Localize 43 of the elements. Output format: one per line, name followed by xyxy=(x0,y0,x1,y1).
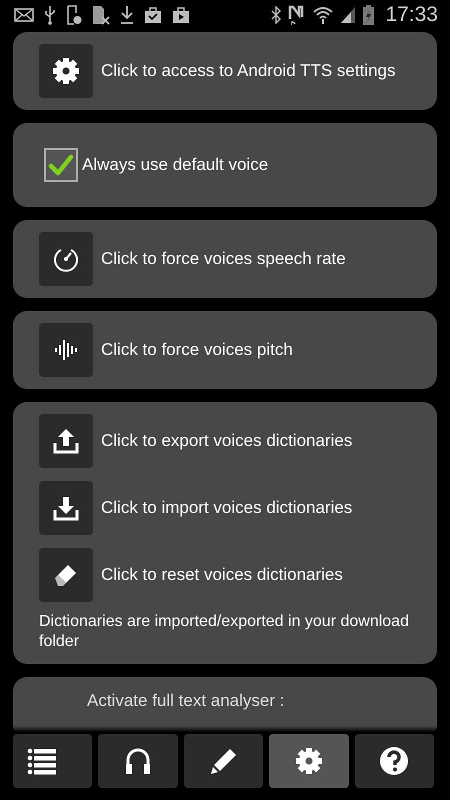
eraser-button[interactable] xyxy=(39,548,93,602)
wifi-icon xyxy=(313,6,334,24)
checkmark-icon xyxy=(48,154,74,176)
help-icon xyxy=(379,746,410,776)
gear-tab[interactable] xyxy=(269,734,349,788)
sim-card-icon xyxy=(92,5,110,25)
list-tab[interactable] xyxy=(13,734,92,788)
button-label: Click to force voices pitch xyxy=(101,340,293,360)
bluetooth-icon xyxy=(271,6,282,24)
checkbox[interactable] xyxy=(44,148,78,182)
help-tab[interactable] xyxy=(354,734,434,788)
signal-icon xyxy=(340,6,356,24)
pencil-icon xyxy=(210,747,238,775)
clock-time: 17:33 xyxy=(385,3,438,27)
upload-button[interactable] xyxy=(39,414,93,468)
pencil-tab[interactable] xyxy=(184,734,264,788)
phone-clock-icon xyxy=(66,5,82,25)
gauge-button[interactable] xyxy=(39,232,93,286)
gear-icon xyxy=(51,56,81,86)
note-text: Dictionaries are imported/exported in your download folder xyxy=(39,612,410,652)
download-icon xyxy=(120,5,134,25)
bag-check-icon xyxy=(144,6,162,24)
button-label: Click to access to Android TTS settings xyxy=(101,61,396,81)
download-icon xyxy=(52,494,80,522)
button-label: Click to force voices speech rate xyxy=(101,249,346,269)
button-label: Click to export voices dictionaries xyxy=(101,431,352,451)
headphones-tab[interactable] xyxy=(98,734,178,788)
waveform-icon xyxy=(53,337,79,363)
upload-icon xyxy=(52,427,80,455)
section-heading: Activate full text analyser : xyxy=(87,691,284,710)
mail-icon xyxy=(14,8,34,22)
list-icon xyxy=(26,746,57,776)
wave-button[interactable] xyxy=(39,323,93,377)
button-label: Click to reset voices dictionaries xyxy=(101,565,343,585)
usb-icon xyxy=(44,5,56,25)
nfc-icon xyxy=(288,5,306,25)
gear-button[interactable] xyxy=(39,44,93,98)
battery-icon xyxy=(363,5,374,25)
settings-icon xyxy=(294,746,324,776)
download-button[interactable] xyxy=(39,481,93,535)
checkbox-label: Always use default voice xyxy=(82,155,268,175)
button-label: Click to import voices dictionaries xyxy=(101,498,352,518)
bag-play-icon xyxy=(172,6,190,24)
